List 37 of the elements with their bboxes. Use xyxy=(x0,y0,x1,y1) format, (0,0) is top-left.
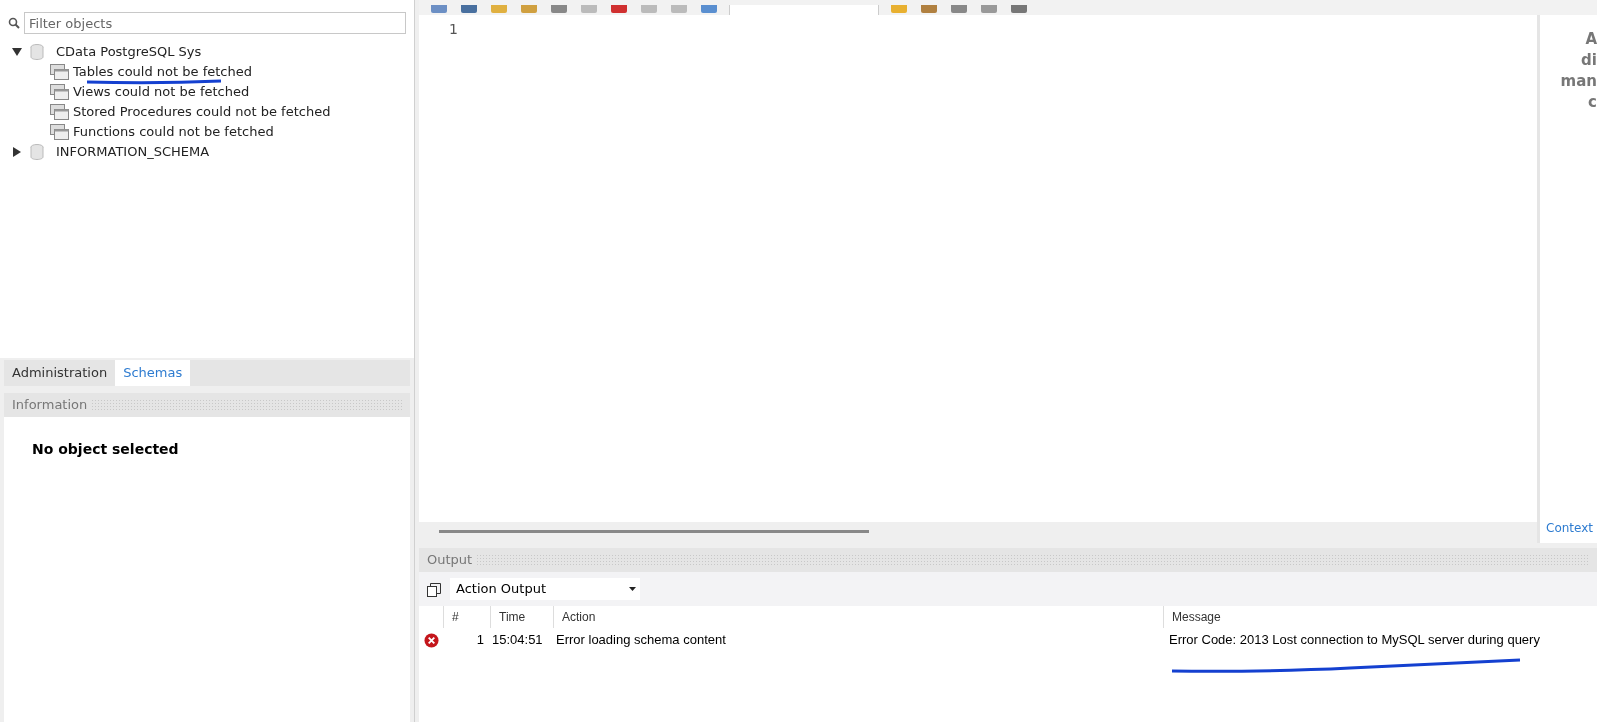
database-icon xyxy=(30,144,44,160)
database-icon xyxy=(30,44,44,60)
table-cell: Error Code: 2013 Lost connection to MySQL server during query xyxy=(1169,632,1540,648)
sidebar-tab[interactable]: Schemas xyxy=(115,360,191,386)
tree-item[interactable]: Tables could not be fetched xyxy=(73,62,252,82)
output-type-dropdown[interactable]: Action Output xyxy=(450,578,640,600)
info-message: No object selected xyxy=(32,441,179,457)
filter-field[interactable]: Filter objects xyxy=(24,12,406,34)
table-cell-text: 1 xyxy=(476,631,484,650)
column-header[interactable]: Time xyxy=(499,608,526,626)
table-cell: Error loading schema content xyxy=(556,632,726,648)
horizontal-scrollbar[interactable] xyxy=(439,530,869,533)
help-text: A xyxy=(1585,29,1597,50)
tree-item[interactable]: Functions could not be fetched xyxy=(73,122,274,142)
stacked-windows-icon xyxy=(50,104,69,120)
copy-icon[interactable] xyxy=(427,581,442,597)
panel-title: Information xyxy=(12,396,88,415)
line-number: 1 xyxy=(449,20,458,39)
column-header[interactable]: Message xyxy=(1172,608,1221,626)
table-cell: 15:04:51 xyxy=(492,632,543,648)
help-text: di xyxy=(1581,50,1597,71)
stacked-windows-icon xyxy=(50,64,69,80)
help-text: man xyxy=(1560,71,1597,92)
column-header[interactable]: Action xyxy=(562,608,596,626)
stacked-windows-icon xyxy=(50,124,69,140)
tree-item[interactable]: Views could not be fetched xyxy=(73,82,250,102)
tree-item[interactable]: Stored Procedures could not be fetched xyxy=(73,102,331,122)
panel-title: Output xyxy=(427,551,473,570)
expanded-caret-icon[interactable] xyxy=(12,47,22,57)
schema-name[interactable]: INFORMATION_SCHEMA xyxy=(56,142,210,162)
stacked-windows-icon xyxy=(50,84,69,100)
schema-name[interactable]: CData PostgreSQL Sys xyxy=(56,42,202,62)
help-text: c xyxy=(1588,92,1597,113)
column-header[interactable]: # xyxy=(452,608,459,626)
collapsed-caret-icon[interactable] xyxy=(12,147,22,157)
context-tab[interactable]: Context xyxy=(1540,519,1597,543)
dropdown-arrow-icon xyxy=(629,587,636,591)
